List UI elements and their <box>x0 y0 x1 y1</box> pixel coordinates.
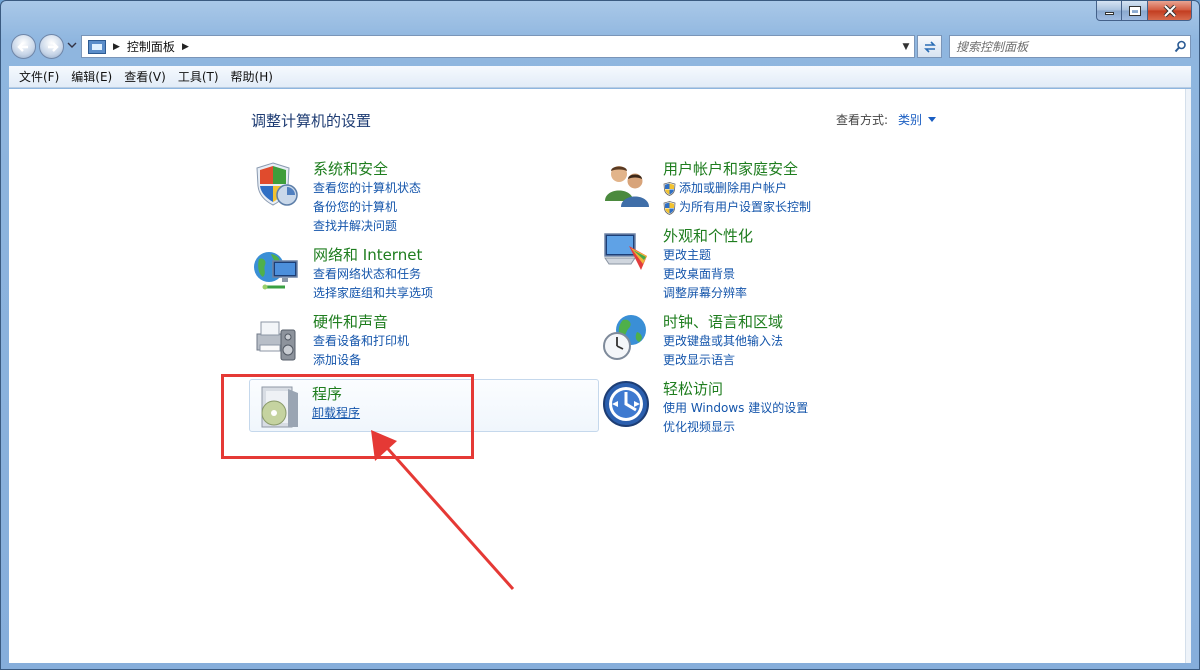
address-bar[interactable]: ▶ 控制面板 ▶ ▼ <box>81 35 915 58</box>
minimize-button[interactable] <box>1096 1 1122 21</box>
category-ease-of-access: 轻松访问 使用 Windows 建议的设置 优化视频显示 <box>601 379 941 439</box>
menu-view[interactable]: 查看(V) <box>118 68 172 85</box>
search-icon[interactable] <box>1170 40 1190 53</box>
link-network-status[interactable]: 查看网络状态和任务 <box>313 265 591 284</box>
window-frame: ▶ 控制面板 ▶ ▼ 文件(F) 编辑(E) 查看(V) 工具(T) 帮助(H)… <box>0 0 1200 670</box>
category-title[interactable]: 系统和安全 <box>313 159 591 179</box>
ease-of-access-icon[interactable] <box>601 379 651 429</box>
appearance-icon[interactable] <box>601 226 651 276</box>
link-add-device[interactable]: 添加设备 <box>313 351 591 370</box>
page-title: 调整计算机的设置 <box>251 112 372 130</box>
breadcrumb-control-panel[interactable]: 控制面板 <box>127 38 175 55</box>
category-hardware-sound: 硬件和声音 查看设备和打印机 添加设备 <box>251 312 591 372</box>
forward-button[interactable] <box>39 34 64 59</box>
category-text: 网络和 Internet 查看网络状态和任务 选择家庭组和共享选项 <box>313 245 591 303</box>
uac-shield-icon <box>663 200 676 215</box>
link-screen-resolution[interactable]: 调整屏幕分辨率 <box>663 284 941 303</box>
category-title[interactable]: 轻松访问 <box>663 379 941 399</box>
category-title[interactable]: 时钟、语言和区域 <box>663 312 941 332</box>
minimize-icon <box>1104 12 1114 15</box>
category-user-accounts: 用户帐户和家庭安全 添加或删除用户帐户 为所有用户设置家长控制 <box>601 159 941 219</box>
view-by-value: 类别 <box>898 113 923 127</box>
link-optimize-video-display[interactable]: 优化视频显示 <box>663 418 941 437</box>
category-title[interactable]: 硬件和声音 <box>313 312 591 332</box>
scrollbar[interactable] <box>1185 89 1191 663</box>
category-appearance: 外观和个性化 更改主题 更改桌面背景 调整屏幕分辨率 <box>601 226 941 300</box>
menu-file[interactable]: 文件(F) <box>13 68 65 85</box>
link-add-remove-accounts[interactable]: 添加或删除用户帐户 <box>663 179 941 198</box>
search-input[interactable] <box>950 39 1170 54</box>
hardware-sound-icon[interactable] <box>251 312 301 362</box>
recent-pages-chevron-icon[interactable] <box>67 40 77 50</box>
link-view-computer-status[interactable]: 查看您的计算机状态 <box>313 179 591 198</box>
breadcrumb-separator-icon[interactable]: ▶ <box>182 42 189 52</box>
link-backup-computer[interactable]: 备份您的计算机 <box>313 198 591 217</box>
link-parental-controls[interactable]: 为所有用户设置家长控制 <box>663 198 941 217</box>
link-label: 为所有用户设置家长控制 <box>679 200 812 214</box>
menu-tools[interactable]: 工具(T) <box>172 68 225 85</box>
content-pane: 调整计算机的设置 查看方式: 类别 系统和安全 查看您的计算机状态 备份您的计算… <box>9 89 1191 663</box>
uac-shield-icon <box>663 181 676 196</box>
navigation-bar: ▶ 控制面板 ▶ ▼ <box>9 32 1191 60</box>
category-text: 用户帐户和家庭安全 添加或删除用户帐户 为所有用户设置家长控制 <box>663 159 941 217</box>
menu-help[interactable]: 帮助(H) <box>225 68 279 85</box>
chevron-down-icon <box>928 117 937 122</box>
category-text: 时钟、语言和区域 更改键盘或其他输入法 更改显示语言 <box>663 312 941 370</box>
refresh-button[interactable] <box>917 35 942 58</box>
category-title[interactable]: 用户帐户和家庭安全 <box>663 159 941 179</box>
close-button[interactable] <box>1148 1 1192 21</box>
back-arrow-icon <box>16 41 28 52</box>
link-change-display-language[interactable]: 更改显示语言 <box>663 351 941 370</box>
category-text: 系统和安全 查看您的计算机状态 备份您的计算机 查找并解决问题 <box>313 159 591 236</box>
link-troubleshoot[interactable]: 查找并解决问题 <box>313 217 591 236</box>
maximize-button[interactable] <box>1122 1 1148 21</box>
category-text: 外观和个性化 更改主题 更改桌面背景 调整屏幕分辨率 <box>663 226 941 303</box>
annotation-highlight-box <box>221 374 474 459</box>
category-network-internet: 网络和 Internet 查看网络状态和任务 选择家庭组和共享选项 <box>251 245 591 305</box>
link-windows-recommended-settings[interactable]: 使用 Windows 建议的设置 <box>663 399 941 418</box>
search-box <box>949 35 1191 58</box>
clock-region-icon[interactable] <box>601 312 651 362</box>
network-icon[interactable] <box>251 245 301 295</box>
address-dropdown-icon[interactable]: ▼ <box>898 42 914 52</box>
refresh-icon <box>923 40 936 53</box>
link-change-background[interactable]: 更改桌面背景 <box>663 265 941 284</box>
category-system-security: 系统和安全 查看您的计算机状态 备份您的计算机 查找并解决问题 <box>251 159 591 233</box>
menu-bar: 文件(F) 编辑(E) 查看(V) 工具(T) 帮助(H) <box>9 66 1191 88</box>
maximize-icon <box>1128 5 1141 16</box>
control-panel-icon <box>88 39 106 54</box>
close-icon <box>1163 4 1176 17</box>
system-security-icon[interactable] <box>251 159 301 209</box>
link-label: 添加或删除用户帐户 <box>679 181 788 195</box>
forward-arrow-icon <box>47 41 59 52</box>
view-by: 查看方式: 类别 <box>836 111 937 128</box>
category-text: 硬件和声音 查看设备和打印机 添加设备 <box>313 312 591 370</box>
category-title[interactable]: 网络和 Internet <box>313 245 591 265</box>
link-devices-printers[interactable]: 查看设备和打印机 <box>313 332 591 351</box>
category-title[interactable]: 外观和个性化 <box>663 226 941 246</box>
user-accounts-icon[interactable] <box>601 159 651 209</box>
link-homegroup[interactable]: 选择家庭组和共享选项 <box>313 284 591 303</box>
caption-buttons <box>1096 1 1192 21</box>
link-change-theme[interactable]: 更改主题 <box>663 246 941 265</box>
category-text: 轻松访问 使用 Windows 建议的设置 优化视频显示 <box>663 379 941 437</box>
category-clock-region: 时钟、语言和区域 更改键盘或其他输入法 更改显示语言 <box>601 312 941 372</box>
breadcrumb-separator-icon[interactable]: ▶ <box>113 42 120 52</box>
view-by-label: 查看方式: <box>836 113 889 127</box>
menu-edit[interactable]: 编辑(E) <box>65 68 118 85</box>
back-button[interactable] <box>11 34 36 59</box>
view-by-dropdown[interactable]: 类别 <box>898 111 937 128</box>
link-change-input-method[interactable]: 更改键盘或其他输入法 <box>663 332 941 351</box>
